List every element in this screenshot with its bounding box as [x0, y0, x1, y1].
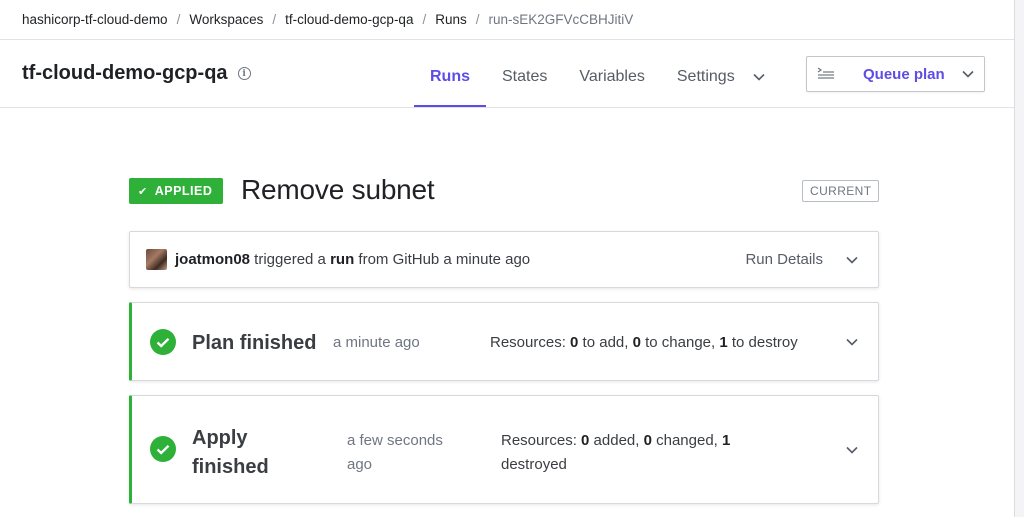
- resource-count-destroyed: 1: [722, 432, 731, 449]
- plan-time: a minute ago: [333, 334, 420, 351]
- breadcrumb-org[interactable]: hashicorp-tf-cloud-demo: [22, 12, 168, 27]
- resource-count-destroy: 1: [719, 334, 728, 351]
- workspace-name: tf-cloud-demo-gcp-qa: [22, 62, 228, 84]
- chevron-down-icon: [962, 70, 974, 78]
- status-badge: ✔ APPLIED: [129, 178, 224, 204]
- queue-plan-icon: [817, 67, 834, 79]
- breadcrumb-separator: /: [475, 11, 480, 27]
- apply-resources: Resources: 0 added, 0 changed, 1 destroy…: [501, 429, 761, 477]
- chevron-down-icon: [753, 73, 765, 81]
- current-badge: CURRENT: [802, 180, 880, 202]
- tab-states[interactable]: States: [486, 56, 563, 108]
- tab-runs[interactable]: Runs: [414, 56, 486, 108]
- plan-card[interactable]: Plan finished a minute ago Resources: 0 …: [129, 302, 879, 381]
- status-badge-label: APPLIED: [154, 184, 213, 198]
- breadcrumb-separator: /: [422, 11, 427, 27]
- resource-label: to destroy: [727, 334, 798, 351]
- avatar: [146, 249, 167, 270]
- breadcrumb-separator: /: [176, 11, 181, 27]
- apply-time-line: a few seconds: [347, 432, 443, 449]
- resource-count-changed: 0: [643, 432, 652, 449]
- breadcrumb: hashicorp-tf-cloud-demo / Workspaces / t…: [22, 8, 633, 30]
- tab-label: Settings: [676, 68, 735, 85]
- info-icon[interactable]: i: [237, 67, 251, 80]
- resource-label: changed,: [651, 432, 723, 449]
- trigger-text-part: triggered a: [250, 251, 331, 268]
- trigger-run-word: run: [330, 251, 355, 268]
- tab-label: States: [502, 68, 548, 85]
- header-divider: [0, 107, 1014, 108]
- resource-label: added,: [589, 432, 644, 449]
- chevron-down-icon[interactable]: [846, 446, 858, 454]
- breadcrumb-workspaces[interactable]: Workspaces: [189, 12, 263, 27]
- tab-label: Runs: [430, 68, 470, 85]
- success-check-icon: [150, 436, 176, 462]
- queue-plan-button[interactable]: Queue plan: [806, 56, 985, 92]
- breadcrumb-run-id: run-sEK2GFVcCBHJitiV: [488, 11, 634, 27]
- queue-plan-label: Queue plan: [863, 65, 945, 83]
- workspace-tabs: Runs States Variables Settings: [414, 56, 781, 108]
- breadcrumb-separator: /: [272, 11, 277, 27]
- resource-label: to change,: [640, 334, 720, 351]
- tab-label: Variables: [579, 68, 645, 85]
- resources-prefix: Resources:: [501, 432, 582, 449]
- trigger-text: joatmon08 triggered a run from GitHub a …: [175, 251, 530, 268]
- resource-label: to add,: [578, 334, 633, 351]
- trigger-user[interactable]: joatmon08: [175, 251, 250, 268]
- resource-label: destroyed: [501, 456, 567, 473]
- apply-title-line: finished: [192, 456, 269, 478]
- success-check-icon: [150, 329, 176, 355]
- resource-count-change: 0: [632, 334, 641, 351]
- page-title: tf-cloud-demo-gcp-qa i: [22, 62, 251, 85]
- trigger-text-part: from GitHub a minute ago: [354, 251, 531, 268]
- top-divider: [0, 39, 1014, 40]
- apply-card[interactable]: Apply finished a few seconds ago Resourc…: [129, 395, 879, 504]
- apply-title: Apply finished: [192, 424, 269, 482]
- window-edge: [1014, 0, 1024, 517]
- run-details-toggle[interactable]: Run Details: [745, 251, 823, 268]
- run-title: Remove subnet: [241, 174, 435, 205]
- chevron-down-icon[interactable]: [846, 256, 858, 264]
- breadcrumb-runs[interactable]: Runs: [435, 12, 467, 27]
- apply-title-line: Apply: [192, 427, 248, 449]
- tab-variables[interactable]: Variables: [563, 56, 661, 108]
- tab-settings[interactable]: Settings: [661, 56, 781, 108]
- plan-title: Plan finished: [192, 332, 317, 354]
- apply-time: a few seconds ago: [347, 429, 443, 477]
- run-trigger-card[interactable]: joatmon08 triggered a run from GitHub a …: [129, 231, 879, 288]
- app-window: hashicorp-tf-cloud-demo / Workspaces / t…: [0, 0, 1024, 517]
- plan-resources: Resources: 0 to add, 0 to change, 1 to d…: [490, 334, 798, 351]
- chevron-down-icon[interactable]: [846, 338, 858, 346]
- resources-prefix: Resources:: [490, 334, 571, 351]
- breadcrumb-workspace[interactable]: tf-cloud-demo-gcp-qa: [285, 12, 413, 27]
- check-icon: ✔: [138, 185, 148, 198]
- apply-time-line: ago: [347, 456, 373, 473]
